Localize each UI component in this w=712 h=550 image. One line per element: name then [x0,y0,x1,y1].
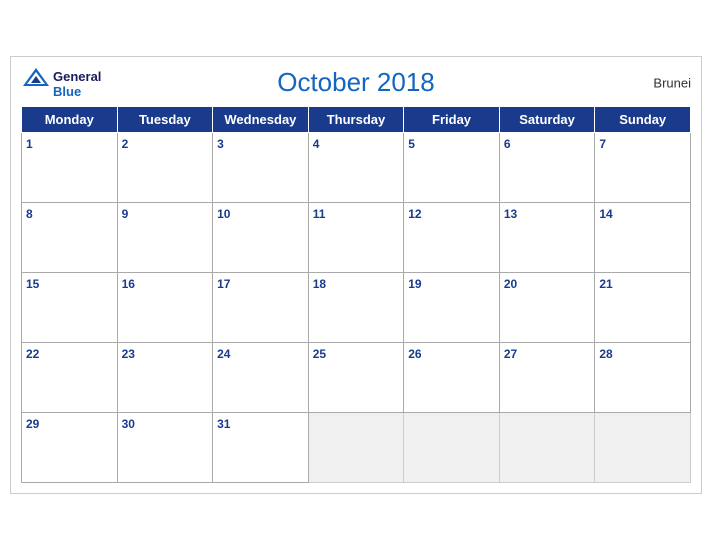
calendar-cell: 25 [308,343,404,413]
date-number: 31 [217,417,230,431]
date-number: 7 [599,137,606,151]
generalblue-logo-icon [21,66,51,88]
calendar-cell: 17 [213,273,309,343]
date-number: 30 [122,417,135,431]
calendar-cell: 21 [595,273,691,343]
calendar-table: Monday Tuesday Wednesday Thursday Friday… [21,106,691,483]
week-row-5: 29 30 31 [22,413,691,483]
calendar-cell: 5 [404,133,500,203]
week-row-4: 22 23 24 25 26 27 28 [22,343,691,413]
calendar-cell [595,413,691,483]
header-sunday: Sunday [595,107,691,133]
date-number: 23 [122,347,135,361]
calendar-cell: 23 [117,343,213,413]
calendar-cell: 28 [595,343,691,413]
date-number: 20 [504,277,517,291]
header-tuesday: Tuesday [117,107,213,133]
calendar-cell [404,413,500,483]
header-friday: Friday [404,107,500,133]
calendar-cell: 19 [404,273,500,343]
calendar-cell: 18 [308,273,404,343]
calendar-cell: 14 [595,203,691,273]
calendar-cell: 12 [404,203,500,273]
calendar-cell: 10 [213,203,309,273]
week-row-1: 1 2 3 4 5 6 7 [22,133,691,203]
logo-area: General Blue [21,66,101,99]
week-row-2: 8 9 10 11 12 13 14 [22,203,691,273]
week-row-3: 15 16 17 18 19 20 21 [22,273,691,343]
date-number: 14 [599,207,612,221]
date-number: 2 [122,137,129,151]
calendar-cell [499,413,595,483]
calendar-cell: 3 [213,133,309,203]
calendar-cell: 22 [22,343,118,413]
date-number: 24 [217,347,230,361]
calendar-cell: 27 [499,343,595,413]
logo-blue-text: Blue [53,85,101,99]
header-monday: Monday [22,107,118,133]
date-number: 15 [26,277,39,291]
header-saturday: Saturday [499,107,595,133]
date-number: 26 [408,347,421,361]
date-number: 17 [217,277,230,291]
date-number: 16 [122,277,135,291]
calendar-cell: 9 [117,203,213,273]
calendar-cell: 1 [22,133,118,203]
date-number: 1 [26,137,33,151]
weekday-header-row: Monday Tuesday Wednesday Thursday Friday… [22,107,691,133]
calendar-cell: 7 [595,133,691,203]
calendar-body: 1234567891011121314151617181920212223242… [22,133,691,483]
date-number: 21 [599,277,612,291]
header-wednesday: Wednesday [213,107,309,133]
calendar-cell: 16 [117,273,213,343]
calendar-cell: 6 [499,133,595,203]
date-number: 22 [26,347,39,361]
calendar-cell: 29 [22,413,118,483]
calendar-cell [308,413,404,483]
date-number: 5 [408,137,415,151]
date-number: 6 [504,137,511,151]
logo-general-text: General [53,70,101,84]
calendar-cell: 8 [22,203,118,273]
date-number: 4 [313,137,320,151]
date-number: 18 [313,277,326,291]
calendar-cell: 20 [499,273,595,343]
date-number: 3 [217,137,224,151]
calendar-cell: 24 [213,343,309,413]
calendar-cell: 13 [499,203,595,273]
date-number: 28 [599,347,612,361]
calendar: General Blue October 2018 Brunei Monday … [10,56,702,494]
date-number: 10 [217,207,230,221]
calendar-cell: 26 [404,343,500,413]
calendar-cell: 11 [308,203,404,273]
calendar-cell: 2 [117,133,213,203]
country-label: Brunei [653,75,691,90]
date-number: 13 [504,207,517,221]
date-number: 12 [408,207,421,221]
calendar-title: October 2018 [277,67,435,98]
date-number: 11 [313,207,326,221]
calendar-cell: 15 [22,273,118,343]
calendar-header: General Blue October 2018 Brunei [21,67,691,98]
date-number: 9 [122,207,129,221]
date-number: 29 [26,417,39,431]
calendar-cell: 4 [308,133,404,203]
calendar-cell: 30 [117,413,213,483]
date-number: 27 [504,347,517,361]
calendar-cell: 31 [213,413,309,483]
date-number: 19 [408,277,421,291]
date-number: 25 [313,347,326,361]
header-thursday: Thursday [308,107,404,133]
date-number: 8 [26,207,33,221]
